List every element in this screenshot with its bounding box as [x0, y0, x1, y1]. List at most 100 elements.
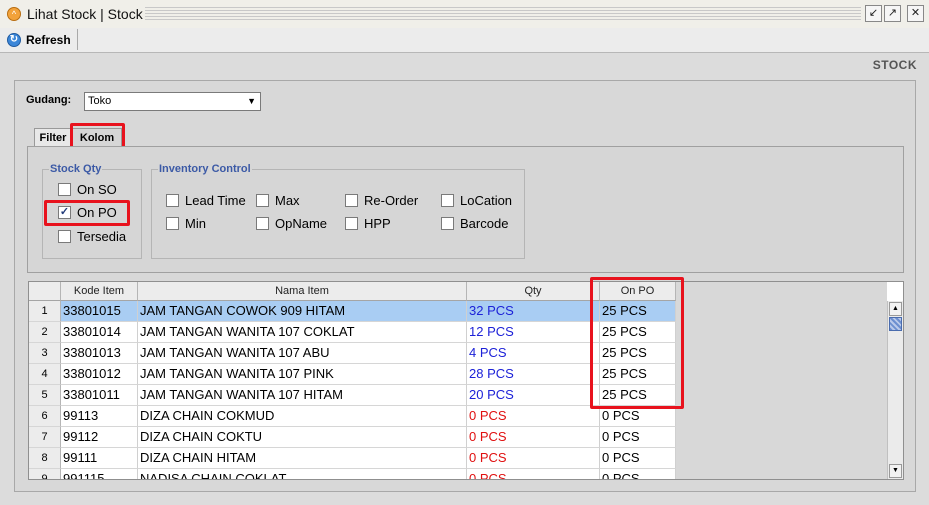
close-icon[interactable]: ✕ — [907, 5, 924, 22]
checkbox-location[interactable]: LoCation — [441, 193, 512, 208]
table-row[interactable]: 4 33801012 JAM TANGAN WANITA 107 PINK 28 PC… — [29, 364, 676, 385]
vertical-scrollbar[interactable]: ▲ ▼ — [887, 301, 903, 479]
row-number-cell: 6 — [29, 406, 61, 427]
nama-item-cell: JAM TANGAN WANITA 107 ABU — [138, 343, 467, 364]
on-po-cell: 25 PCS — [600, 301, 676, 322]
table-row[interactable]: 3 33801013 JAM TANGAN WANITA 107 ABU 4 PCS 2… — [29, 343, 676, 364]
qty-cell: 4 PCS — [467, 343, 600, 364]
checkbox-box — [58, 230, 71, 243]
checkbox-lead-time[interactable]: Lead Time — [166, 193, 246, 208]
dropdown-arrow-icon: ▼ — [247, 96, 256, 106]
checkbox-barcode[interactable]: Barcode — [441, 216, 508, 231]
checkbox-label: On SO — [77, 182, 117, 197]
table-row[interactable]: 7 99112 DIZA CHAIN COKTU 0 PCS 0 PCS — [29, 427, 676, 448]
header-kode-item[interactable]: Kode Item — [61, 282, 138, 301]
checkbox-on-so[interactable]: On SO — [58, 182, 117, 197]
qty-cell: 32 PCS — [467, 301, 600, 322]
kode-item-cell: 99111 — [61, 448, 138, 469]
scroll-thumb[interactable] — [889, 317, 902, 331]
nama-item-cell: JAM TANGAN WANITA 107 HITAM — [138, 385, 467, 406]
toolbar: ↻ Refresh — [0, 28, 929, 53]
table-row[interactable]: 6 99113 DIZA CHAIN COKMUD 0 PCS 0 PCS — [29, 406, 676, 427]
inventory-control-group: Inventory Control — [151, 163, 525, 259]
checkbox-label: Max — [275, 193, 300, 208]
table-row[interactable]: 5 33801011 JAM TANGAN WANITA 107 HITAM 20 P… — [29, 385, 676, 406]
kode-item-cell: 991115 — [61, 469, 138, 479]
tab-filter[interactable]: Filter — [34, 128, 72, 147]
refresh-button[interactable]: ↻ Refresh — [3, 29, 78, 50]
window-title: Lihat Stock | Stock — [27, 6, 143, 22]
header-on-po[interactable]: On PO — [600, 282, 676, 301]
row-number-cell: 7 — [29, 427, 61, 448]
checkbox-label: On PO — [77, 205, 117, 220]
row-number-cell: 1 — [29, 301, 61, 322]
checkbox-label: OpName — [275, 216, 328, 231]
restore-icon[interactable]: ↙ — [865, 5, 882, 22]
on-po-cell: 0 PCS — [600, 427, 676, 448]
checkbox-box — [58, 183, 71, 196]
on-po-cell: 0 PCS — [600, 469, 676, 479]
checkbox-box — [441, 217, 454, 230]
scroll-down-icon[interactable]: ▼ — [889, 464, 902, 478]
kode-item-cell: 33801015 — [61, 301, 138, 322]
kode-item-cell: 33801013 — [61, 343, 138, 364]
scroll-up-icon[interactable]: ▲ — [889, 302, 902, 316]
table-row[interactable]: 2 33801014 JAM TANGAN WANITA 107 COKLAT 12 … — [29, 322, 676, 343]
qty-cell: 0 PCS — [467, 427, 600, 448]
gudang-label: Gudang: — [26, 94, 72, 106]
checkbox-tersedia[interactable]: Tersedia — [58, 229, 126, 244]
kolom-tab-panel: Stock Qty Inventory Control — [27, 146, 904, 273]
section-label: STOCK — [872, 58, 917, 72]
header-nama-item[interactable]: Nama Item — [138, 282, 467, 301]
qty-cell: 28 PCS — [467, 364, 600, 385]
maximize-icon[interactable]: ↗ — [884, 5, 901, 22]
header-qty[interactable]: Qty — [467, 282, 600, 301]
app-icon: ^ — [7, 7, 21, 21]
checkbox-box — [441, 194, 454, 207]
qty-cell: 0 PCS — [467, 406, 600, 427]
title-bar: ^ Lihat Stock | Stock ↙ ↗ ✕ — [0, 0, 929, 29]
checkbox-re-order[interactable]: Re-Order — [345, 193, 418, 208]
checkbox-min[interactable]: Min — [166, 216, 206, 231]
checkbox-on-po[interactable]: ✓ On PO — [58, 205, 117, 220]
row-number-cell: 4 — [29, 364, 61, 385]
checkbox-opname[interactable]: OpName — [256, 216, 327, 231]
stock-table: Kode Item Nama Item Qty On PO 1 33801015 J… — [28, 281, 904, 480]
kode-item-cell: 33801011 — [61, 385, 138, 406]
on-po-cell: 25 PCS — [600, 322, 676, 343]
row-number-cell: 2 — [29, 322, 61, 343]
table-row[interactable]: 1 33801015 JAM TANGAN COWOK 909 HITAM 32 PC… — [29, 301, 676, 322]
checkbox-label: LoCation — [460, 193, 513, 208]
kode-item-cell: 99112 — [61, 427, 138, 448]
nama-item-cell: DIZA CHAIN COKTU — [138, 427, 467, 448]
nama-item-cell: NADISA CHAIN COKLAT — [138, 469, 467, 479]
kode-item-cell: 99113 — [61, 406, 138, 427]
checkmark-icon: ✓ — [58, 206, 71, 219]
checkbox-label: Barcode — [460, 216, 509, 231]
table-empty-area — [676, 282, 887, 479]
checkbox-box — [166, 194, 179, 207]
gudang-select[interactable]: Toko ▼ — [84, 92, 261, 111]
refresh-label: Refresh — [26, 32, 71, 47]
checkbox-max[interactable]: Max — [256, 193, 300, 208]
checkbox-label: Min — [185, 216, 206, 231]
title-bar-grip[interactable] — [145, 7, 861, 21]
table-row[interactable]: 8 99111 DIZA CHAIN HITAM 0 PCS 0 PCS — [29, 448, 676, 469]
checkbox-label: Lead Time — [185, 193, 246, 208]
header-row-number — [29, 282, 61, 301]
row-number-cell: 8 — [29, 448, 61, 469]
nama-item-cell: JAM TANGAN WANITA 107 COKLAT — [138, 322, 467, 343]
gudang-selected-value: Toko — [88, 95, 112, 107]
nama-item-cell: JAM TANGAN COWOK 909 HITAM — [138, 301, 467, 322]
table-row[interactable]: 9 991115 NADISA CHAIN COKLAT 0 PCS 0 PCS — [29, 469, 676, 479]
nama-item-cell: DIZA CHAIN COKMUD — [138, 406, 467, 427]
inventory-control-legend: Inventory Control — [158, 163, 252, 175]
on-po-cell: 0 PCS — [600, 406, 676, 427]
checkbox-hpp[interactable]: HPP — [345, 216, 391, 231]
row-number-cell: 3 — [29, 343, 61, 364]
on-po-cell: 25 PCS — [600, 364, 676, 385]
row-number-cell: 5 — [29, 385, 61, 406]
checkbox-label: HPP — [364, 216, 391, 231]
tab-kolom[interactable]: Kolom — [72, 128, 122, 148]
checkbox-box — [345, 194, 358, 207]
